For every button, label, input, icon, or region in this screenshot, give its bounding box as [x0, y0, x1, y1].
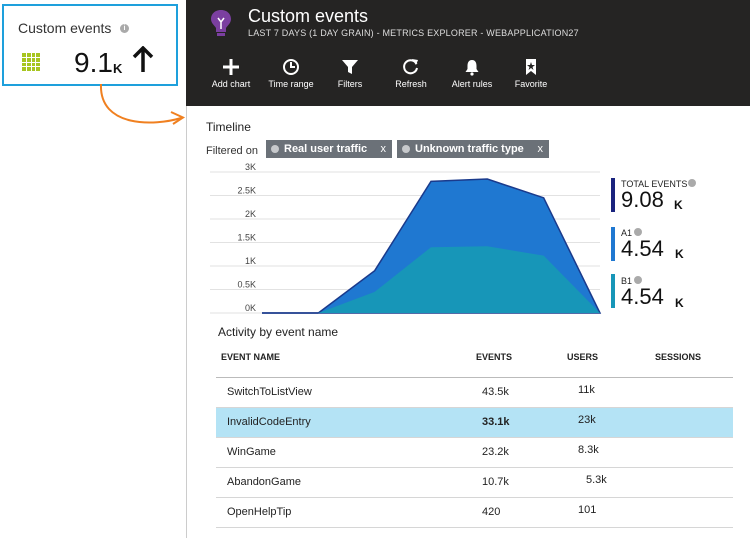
toolbar-label: Filters — [337, 79, 363, 89]
lightbulb-icon — [211, 10, 231, 36]
grid-icon — [22, 53, 40, 71]
toolbar-label: Refresh — [395, 79, 427, 89]
blade-subtitle: LAST 7 DAYS (1 DAY GRAIN) - METRICS EXPL… — [248, 28, 579, 38]
info-icon — [634, 228, 642, 236]
connector-arrow-icon — [99, 83, 186, 125]
legend-unit-b1: K — [675, 296, 684, 310]
table-row[interactable]: AbandonGame 10.7k 5.3k — [216, 468, 733, 498]
favorite-button[interactable]: Favorite — [506, 58, 556, 89]
info-icon — [634, 276, 642, 284]
column-header-event-name[interactable]: EVENT NAME — [221, 352, 280, 362]
alert-rules-button[interactable]: Alert rules — [446, 58, 498, 89]
users-cell: 101 — [578, 504, 597, 516]
filters-button[interactable]: Filters — [325, 58, 375, 89]
tile-value: 9.1 — [74, 47, 113, 78]
toolbar-label: Add chart — [211, 79, 251, 89]
users-cell: 5.3k — [586, 474, 607, 486]
events-cell: 33.1k — [482, 416, 510, 428]
column-header-sessions[interactable]: SESSIONS — [655, 352, 701, 362]
info-icon: i — [120, 24, 129, 33]
legend-bar-total — [611, 178, 615, 212]
event-name-cell: InvalidCodeEntry — [227, 416, 311, 428]
legend-value-total: 9.08 — [621, 187, 664, 212]
filtered-on-label: Filtered on — [206, 145, 258, 157]
bookmark-icon — [526, 59, 536, 75]
filter-icon — [342, 60, 358, 74]
filter-chip-label: Real user traffic — [284, 143, 368, 155]
up-arrow-icon — [132, 46, 154, 72]
event-name-cell: OpenHelpTip — [227, 506, 292, 518]
table-row[interactable]: SwitchToListView 43.5k 11k — [216, 378, 733, 408]
event-name-cell: WinGame — [227, 446, 276, 458]
plus-icon — [223, 59, 239, 75]
table-row-selected[interactable]: InvalidCodeEntry 33.1k 23k — [216, 408, 733, 438]
filter-chip-label: Unknown traffic type — [415, 143, 524, 155]
toolbar-label: Alert rules — [451, 79, 493, 89]
info-icon — [688, 179, 696, 187]
remove-filter-button[interactable]: x — [381, 140, 387, 158]
toolbar-label: Time range — [268, 79, 314, 89]
time-range-button[interactable]: Time range — [264, 58, 318, 89]
y-tick-label: 1K — [245, 256, 256, 266]
tile-unit: K — [113, 61, 123, 76]
add-chart-button[interactable]: Add chart — [206, 58, 256, 89]
y-tick-label: 2.5K — [237, 186, 256, 196]
table-row[interactable]: OpenHelpTip 420 101 — [216, 498, 733, 528]
info-icon — [402, 145, 410, 153]
refresh-icon — [403, 59, 418, 75]
refresh-button[interactable]: Refresh — [386, 58, 436, 89]
event-name-cell: SwitchToListView — [227, 386, 312, 398]
y-tick-label: 2K — [245, 209, 256, 219]
legend-value-b1: 4.54 — [621, 284, 664, 309]
y-tick-label: 3K — [245, 162, 256, 172]
users-cell: 8.3k — [578, 444, 599, 456]
legend-unit-a1: K — [675, 247, 684, 261]
legend-bar-a1 — [611, 227, 615, 261]
y-tick-label: 0.5K — [237, 280, 256, 290]
info-icon — [271, 145, 279, 153]
filter-chip-unknown-traffic[interactable]: Unknown traffic type x — [397, 140, 549, 158]
column-header-events[interactable]: EVENTS — [476, 352, 512, 362]
blade-title: Custom events — [248, 6, 369, 26]
filter-chip-real-user[interactable]: Real user traffic x — [266, 140, 392, 158]
event-name-cell: AbandonGame — [227, 476, 301, 488]
users-cell: 23k — [578, 414, 596, 426]
users-cell: 11k — [578, 384, 595, 396]
y-tick-label: 0K — [245, 303, 256, 313]
tile-title: Custom events — [18, 20, 112, 36]
activity-title: Activity by event name — [218, 325, 339, 339]
timeline-chart[interactable]: 3K 2.5K 2K 1.5K 1K 0.5K 0K — [206, 162, 606, 320]
column-header-users[interactable]: USERS — [567, 352, 598, 362]
y-tick-label: 1.5K — [237, 233, 256, 243]
legend-unit-total: K — [674, 198, 683, 212]
events-cell: 420 — [482, 506, 501, 518]
clock-icon — [283, 59, 299, 75]
legend-value-a1: 4.54 — [621, 236, 664, 261]
table-row[interactable]: WinGame 23.2k 8.3k — [216, 438, 733, 468]
events-cell: 10.7k — [482, 476, 509, 488]
legend-bar-b1 — [611, 274, 615, 308]
remove-filter-button[interactable]: x — [538, 140, 544, 158]
events-cell: 43.5k — [482, 386, 509, 398]
toolbar-label: Favorite — [514, 79, 548, 89]
timeline-title: Timeline — [206, 120, 251, 134]
bell-icon — [465, 60, 479, 76]
events-cell: 23.2k — [482, 446, 509, 458]
